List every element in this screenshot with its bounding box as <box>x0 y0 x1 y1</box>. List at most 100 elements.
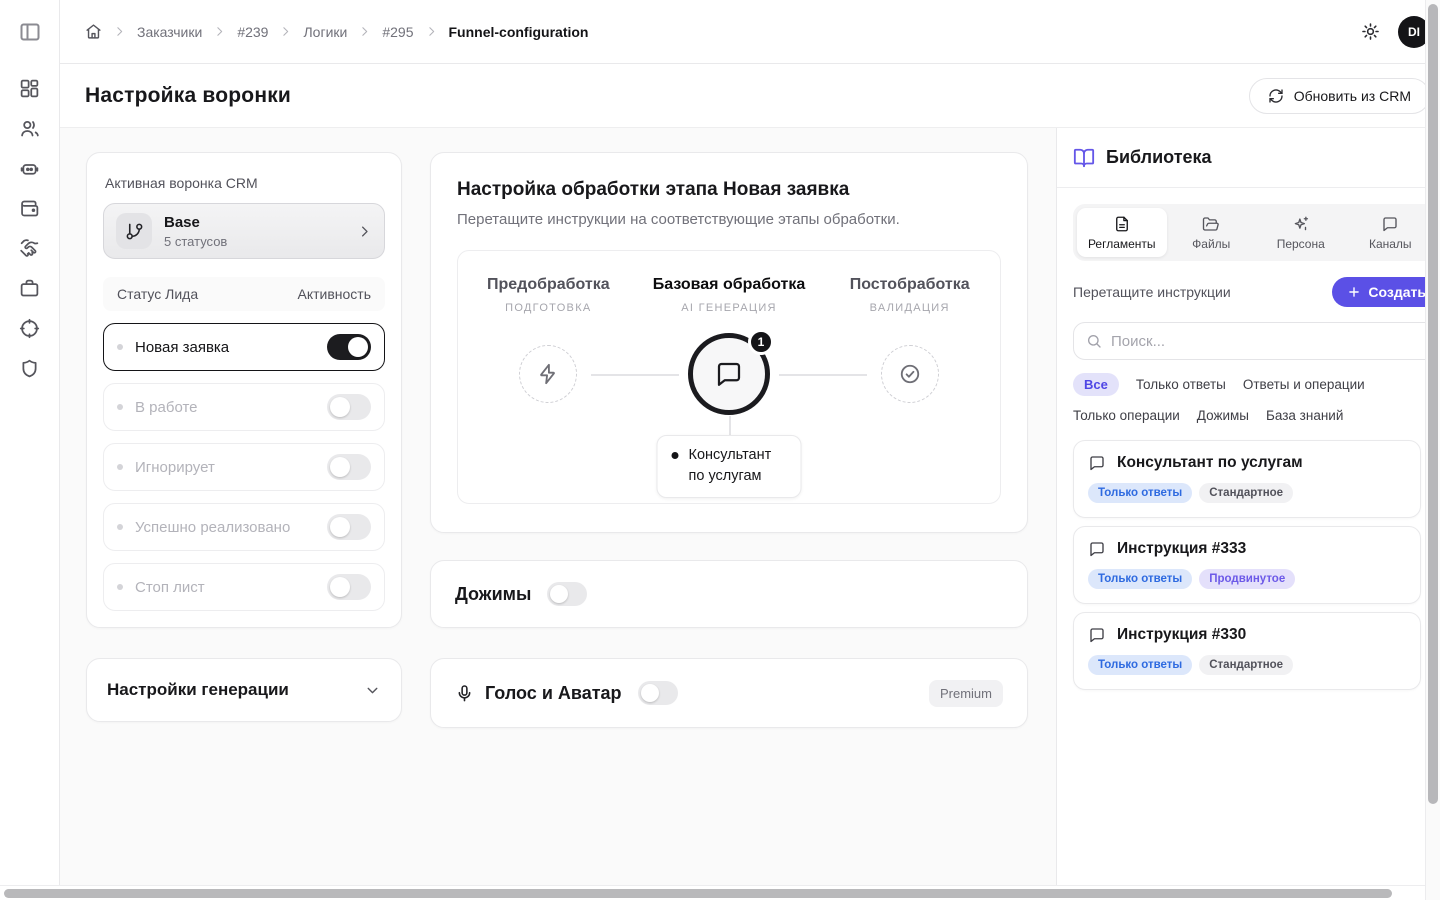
status-toggle[interactable] <box>327 574 371 600</box>
status-row-stop-list[interactable]: Стоп лист <box>103 563 385 611</box>
chevron-right-icon <box>113 25 126 38</box>
stage-drop-zone-base[interactable]: 1 <box>688 333 770 415</box>
plus-icon <box>1347 285 1361 299</box>
stage-drop-zone-preprocessing[interactable] <box>519 345 577 403</box>
status-dot-icon <box>117 464 123 470</box>
message-square-icon <box>1381 215 1399 233</box>
status-toggle[interactable] <box>327 394 371 420</box>
chevron-right-icon <box>213 25 226 38</box>
attached-connector <box>729 416 731 437</box>
home-icon[interactable] <box>85 23 102 40</box>
sidebar-item-wallet[interactable] <box>19 198 40 219</box>
refresh-from-crm-button[interactable]: Обновить из CRM <box>1249 78 1430 114</box>
sidebar-item-dashboard[interactable] <box>19 78 40 99</box>
sidebar-item-targets[interactable] <box>19 318 40 339</box>
filter-answers-and-ops[interactable]: Ответы и операции <box>1243 374 1365 395</box>
search-input[interactable] <box>1111 333 1428 350</box>
message-square-icon <box>714 359 744 389</box>
filter-knowledge-base[interactable]: База знаний <box>1266 405 1343 426</box>
active-funnel-card: Активная воронка CRM Base 5 статусов Ста… <box>86 152 402 628</box>
library-filters: Все Только ответы Ответы и операции Толь… <box>1073 373 1440 426</box>
funnel-name: Base <box>164 214 227 232</box>
active-funnel-label: Активная воронка CRM <box>105 175 383 191</box>
filter-answers-only[interactable]: Только ответы <box>1136 374 1226 395</box>
filter-followups[interactable]: Дожимы <box>1197 405 1249 426</box>
filter-ops-only[interactable]: Только операции <box>1073 405 1180 426</box>
zap-icon <box>537 363 559 385</box>
chevron-right-icon <box>358 25 371 38</box>
library-item[interactable]: Инструкция #333 Только ответы Продвинуто… <box>1073 526 1421 604</box>
status-toggle[interactable] <box>327 514 371 540</box>
vertical-scrollbar-thumb[interactable] <box>1428 4 1438 804</box>
breadcrumb-item[interactable]: Логики <box>303 24 347 40</box>
sidebar-nav <box>0 78 59 379</box>
generation-settings-label: Настройки генерации <box>107 680 289 700</box>
target-icon <box>19 318 40 339</box>
column-activity: Активность <box>297 286 371 302</box>
funnel-panel: Активная воронка CRM Base 5 статусов Ста… <box>86 152 402 722</box>
status-toggle[interactable] <box>327 454 371 480</box>
theme-toggle-sun-icon[interactable] <box>1361 22 1380 41</box>
sidebar-collapse-button[interactable] <box>18 20 42 44</box>
status-dot-icon <box>117 404 123 410</box>
library-item-title: Инструкция #333 <box>1117 540 1246 558</box>
status-row-new-lead[interactable]: Новая заявка <box>103 323 385 371</box>
instruction-count-badge: 1 <box>748 329 774 355</box>
stage-pipeline: Предобработка ПОДГОТОВКА Базовая обработ… <box>457 250 1001 504</box>
app-sidebar <box>0 0 60 885</box>
library-header: Библиотека <box>1057 128 1440 188</box>
stage-drop-zone-postprocessing[interactable] <box>881 345 939 403</box>
bullet-dot-icon <box>672 452 679 459</box>
library-item-list: Консультант по услугам Только ответы Ста… <box>1073 440 1440 690</box>
sparkles-icon <box>1292 215 1310 233</box>
voice-avatar-card: Голос и Аватар Premium <box>430 658 1028 728</box>
attached-instruction-card[interactable]: Консультант по услугам <box>657 435 802 498</box>
sidebar-item-partners[interactable] <box>19 238 40 259</box>
filter-all[interactable]: Все <box>1073 373 1119 396</box>
voice-avatar-label: Голос и Аватар <box>485 683 622 704</box>
voice-avatar-toggle[interactable] <box>638 681 678 705</box>
status-toggle[interactable] <box>327 334 371 360</box>
folder-open-icon <box>1202 215 1220 233</box>
library-item[interactable]: Инструкция #330 Только ответы Стандартно… <box>1073 612 1421 690</box>
library-item-title: Консультант по услугам <box>1117 454 1303 472</box>
tab-persona[interactable]: Персона <box>1256 208 1346 257</box>
tab-kanaly[interactable]: Каналы <box>1346 208 1436 257</box>
item-type-badge: Только ответы <box>1088 569 1192 589</box>
status-row-in-progress[interactable]: В работе <box>103 383 385 431</box>
breadcrumb-item[interactable]: #295 <box>382 24 413 40</box>
status-row-ignores[interactable]: Игнорирует <box>103 443 385 491</box>
library-item[interactable]: Консультант по услугам Только ответы Ста… <box>1073 440 1421 518</box>
main-content: Активная воронка CRM Base 5 статусов Ста… <box>60 128 1440 885</box>
top-bar: Заказчики #239 Логики #295 Funnel-config… <box>60 0 1440 64</box>
funnel-branch-icon <box>116 213 152 249</box>
sidebar-item-bot[interactable] <box>19 158 40 179</box>
premium-badge: Premium <box>929 680 1003 707</box>
followups-card: Дожимы <box>430 560 1028 628</box>
check-circle-icon <box>899 363 921 385</box>
library-search <box>1073 322 1440 360</box>
sidebar-item-security[interactable] <box>19 358 40 379</box>
breadcrumb-item[interactable]: #239 <box>237 24 268 40</box>
horizontal-scrollbar-thumb[interactable] <box>4 889 1392 898</box>
library-title: Библиотека <box>1106 147 1212 168</box>
funnel-selector[interactable]: Base 5 статусов <box>103 203 385 259</box>
file-text-icon <box>1113 215 1131 233</box>
chevron-right-icon <box>357 224 372 239</box>
status-row-success[interactable]: Успешно реализовано <box>103 503 385 551</box>
chevron-right-icon <box>425 25 438 38</box>
library-item-title: Инструкция #330 <box>1117 626 1246 644</box>
pipeline-connector <box>591 374 679 376</box>
sidebar-item-users[interactable] <box>19 118 40 139</box>
users-icon <box>19 118 40 139</box>
page-title: Настройка воронки <box>85 84 291 108</box>
status-dot-icon <box>117 584 123 590</box>
sidebar-item-cases[interactable] <box>19 278 40 299</box>
tab-faily[interactable]: Файлы <box>1167 208 1257 257</box>
shield-icon <box>19 358 40 379</box>
followups-toggle[interactable] <box>547 582 587 606</box>
create-instruction-button[interactable]: Создать <box>1332 277 1440 307</box>
generation-settings-card[interactable]: Настройки генерации <box>86 658 402 722</box>
breadcrumb-item[interactable]: Заказчики <box>137 24 202 40</box>
tab-reglamenty[interactable]: Регламенты <box>1077 208 1167 257</box>
